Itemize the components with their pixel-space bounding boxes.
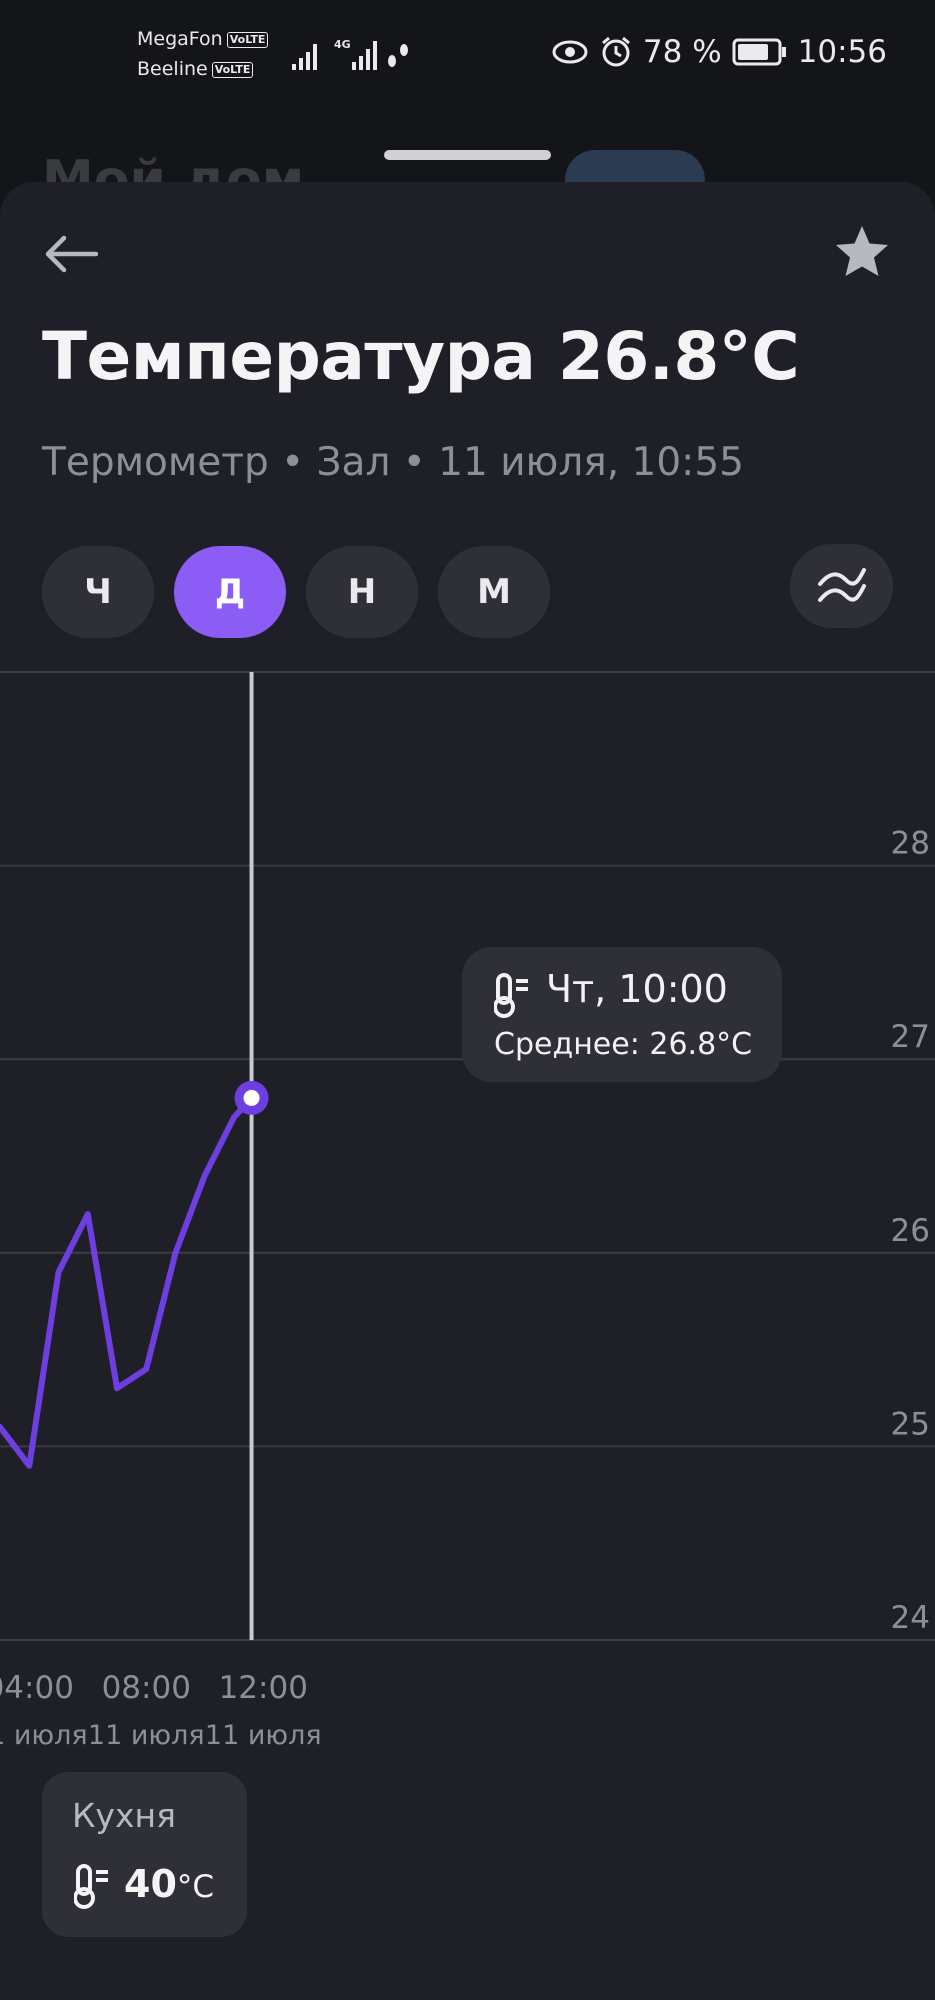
room-card-number: 40 bbox=[124, 1862, 177, 1906]
x-tick-time: 04:00 bbox=[0, 1670, 74, 1706]
room-card-unit: °C bbox=[176, 1869, 215, 1905]
battery-percent: 78 % bbox=[642, 34, 722, 70]
room-card-kitchen[interactable]: Кухня 40°C bbox=[42, 1772, 247, 1937]
carrier-1-name: MegaFon bbox=[137, 28, 223, 50]
period-chip-day[interactable]: Д bbox=[174, 546, 286, 638]
y-tick-label: 27 bbox=[891, 1019, 930, 1055]
temperature-series-line bbox=[0, 1094, 255, 1469]
thermometer-icon bbox=[74, 1864, 108, 1909]
y-tick-label: 24 bbox=[891, 1600, 930, 1636]
page-title: Температура 26.8°C bbox=[42, 318, 800, 395]
status-right: 78 % 10:56 bbox=[551, 34, 887, 70]
page-subtitle: Термометр • Зал • 11 июля, 10:55 bbox=[42, 440, 744, 485]
temperature-chart[interactable]: 242526272808:0010 июля12:0010 июля16:001… bbox=[0, 660, 935, 1760]
battery-icon bbox=[732, 38, 786, 66]
status-bar: MegaFon VoLTE Beeline VoLTE 4G 78 % 10:56 bbox=[0, 0, 935, 110]
carrier-1: MegaFon VoLTE bbox=[137, 28, 269, 50]
clock: 10:56 bbox=[797, 34, 887, 70]
back-arrow-icon[interactable] bbox=[42, 232, 98, 276]
volte-badge-2: VoLTE bbox=[211, 62, 254, 78]
x-tick-date: 11 июля bbox=[88, 1720, 205, 1751]
waves-icon bbox=[817, 568, 866, 602]
tooltip-title: Чт, 10:00 bbox=[546, 967, 728, 1011]
room-card-title: Кухня bbox=[72, 1796, 176, 1835]
sheet-drag-handle[interactable] bbox=[384, 150, 551, 160]
room-card-value: 40°C bbox=[124, 1862, 214, 1906]
carrier-2: Beeline VoLTE bbox=[137, 58, 254, 80]
x-tick-time: 08:00 bbox=[102, 1670, 191, 1706]
y-tick-label: 25 bbox=[891, 1406, 930, 1442]
x-tick-date: 11 июля bbox=[205, 1720, 322, 1751]
y-tick-label: 26 bbox=[891, 1213, 930, 1249]
period-chip-hour[interactable]: Ч bbox=[42, 546, 154, 638]
eye-icon bbox=[552, 40, 588, 64]
x-tick-time: 12:00 bbox=[219, 1670, 308, 1706]
volte-badge-1: VoLTE bbox=[226, 32, 269, 48]
selected-point-inner bbox=[243, 1089, 260, 1106]
network-type: 4G bbox=[334, 38, 351, 51]
signal-icon: 4G bbox=[292, 38, 408, 70]
tooltip-average: Среднее: 26.8°C bbox=[494, 1027, 753, 1062]
favorite-star-icon[interactable] bbox=[832, 224, 892, 280]
thermometer-icon bbox=[494, 973, 528, 1018]
period-chip-month[interactable]: М bbox=[438, 546, 550, 638]
y-tick-label: 28 bbox=[891, 826, 930, 862]
period-chip-week[interactable]: Н bbox=[306, 546, 418, 638]
x-tick-date: 11 июля bbox=[0, 1720, 88, 1751]
carrier-2-name: Beeline bbox=[137, 58, 208, 80]
alarm-icon bbox=[601, 36, 630, 67]
chart-tooltip: Чт, 10:00 Среднее: 26.8°C bbox=[462, 947, 782, 1082]
chart-smoothing-button[interactable] bbox=[790, 544, 893, 628]
